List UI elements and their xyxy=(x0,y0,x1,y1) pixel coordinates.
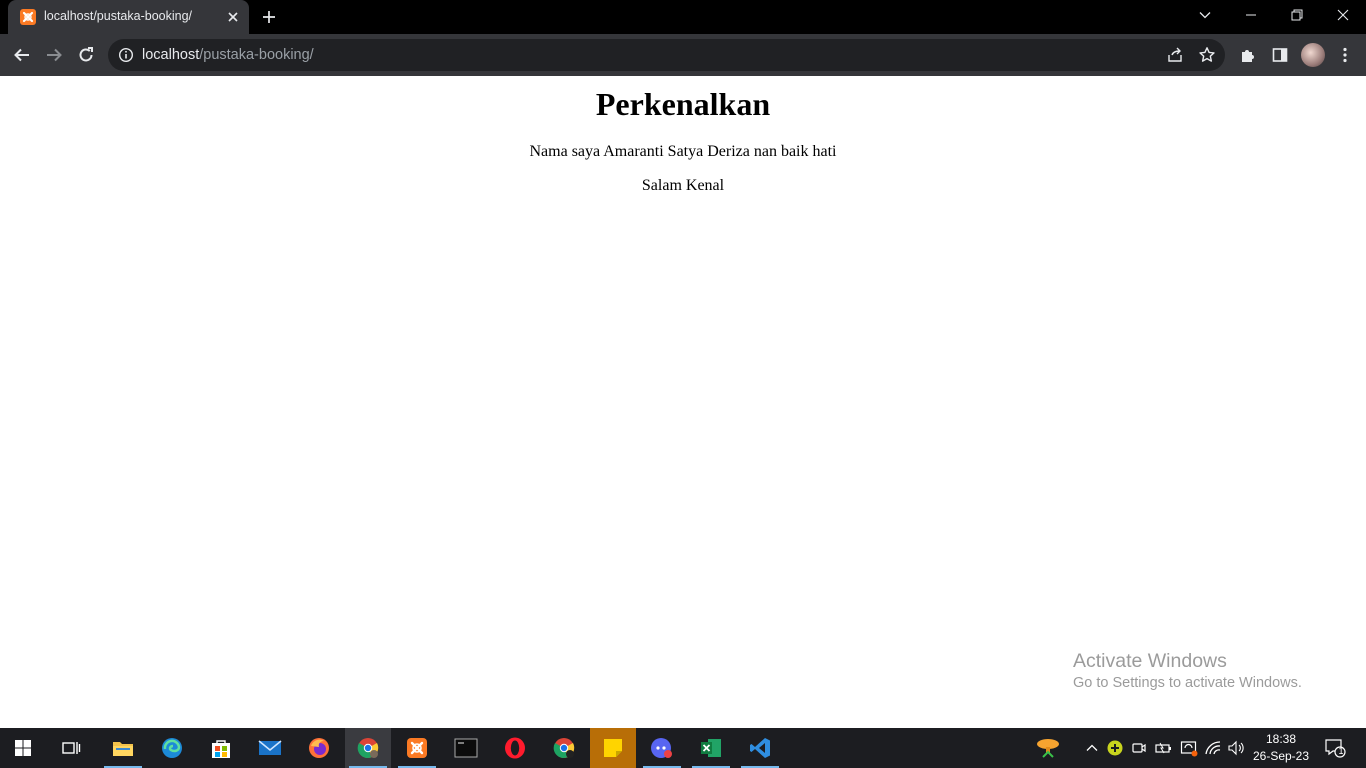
activate-windows-watermark: Activate Windows Go to Settings to activ… xyxy=(1073,650,1302,691)
new-tab-icon[interactable] xyxy=(259,7,279,27)
tab-title: localhost/pustaka-booking/ xyxy=(44,9,193,23)
wifi-icon[interactable] xyxy=(1202,728,1224,768)
minimize-icon[interactable] xyxy=(1228,0,1274,30)
url-host: localhost xyxy=(142,47,200,63)
mail-icon[interactable] xyxy=(247,728,293,768)
file-explorer-icon[interactable] xyxy=(100,728,146,768)
edge-icon[interactable] xyxy=(149,728,195,768)
activate-windows-title: Activate Windows xyxy=(1073,650,1227,672)
store-icon[interactable] xyxy=(198,728,244,768)
intro-paragraph: Nama saya Amaranti Satya Deriza nan baik… xyxy=(529,143,837,160)
restore-icon[interactable] xyxy=(1274,0,1320,30)
task-view-icon[interactable] xyxy=(48,728,94,768)
back-icon[interactable] xyxy=(10,43,34,67)
side-panel-icon[interactable] xyxy=(1268,43,1292,67)
notification-count: 1 xyxy=(1338,746,1344,756)
vscode-icon[interactable] xyxy=(737,728,783,768)
forward-icon[interactable] xyxy=(42,43,66,67)
discord-icon[interactable] xyxy=(639,728,685,768)
profile-avatar[interactable] xyxy=(1301,43,1325,67)
tray-plus-icon[interactable] xyxy=(1105,728,1125,768)
bookmark-star-icon[interactable] xyxy=(1198,46,1216,64)
clock-time: 18:38 xyxy=(1265,732,1297,746)
system-clock[interactable]: 18:38 26-Sep-23 xyxy=(1250,731,1312,765)
browser-tab[interactable]: localhost/pustaka-booking/ xyxy=(8,0,249,34)
terminal-icon[interactable] xyxy=(443,728,489,768)
chrome-icon[interactable] xyxy=(345,728,391,768)
sticky-notes-icon[interactable] xyxy=(590,728,636,768)
page-heading: Perkenalkan xyxy=(595,86,771,122)
opera-icon[interactable] xyxy=(492,728,538,768)
windows-taskbar: 18:38 26-Sep-23 1 xyxy=(0,728,1366,768)
tray-app-icon[interactable] xyxy=(1034,728,1062,768)
share-icon[interactable] xyxy=(1166,46,1184,64)
meet-now-icon[interactable] xyxy=(1129,728,1149,768)
notifications-icon[interactable]: 1 xyxy=(1322,728,1348,768)
browser-toolbar: localhost/pustaka-booking/ xyxy=(0,34,1366,76)
reload-icon[interactable] xyxy=(74,43,98,67)
tab-close-icon[interactable] xyxy=(224,8,242,26)
address-bar[interactable]: localhost/pustaka-booking/ xyxy=(108,39,1225,71)
volume-icon[interactable] xyxy=(1225,728,1247,768)
battery-icon[interactable] xyxy=(1153,728,1175,768)
tab-search-icon[interactable] xyxy=(1182,0,1228,30)
xampp-favicon-icon xyxy=(20,9,36,25)
excel-icon[interactable] xyxy=(688,728,734,768)
url-path: /pustaka-booking/ xyxy=(199,47,314,63)
firefox-icon[interactable] xyxy=(296,728,342,768)
site-info-icon[interactable] xyxy=(118,47,134,63)
browser-tabstrip: localhost/pustaka-booking/ xyxy=(0,0,1366,34)
greeting-paragraph: Salam Kenal xyxy=(641,177,725,194)
url-text[interactable]: localhost/pustaka-booking/ xyxy=(142,47,314,63)
activate-windows-subtitle: Go to Settings to activate Windows. xyxy=(1073,675,1302,691)
menu-kebab-icon[interactable] xyxy=(1333,43,1357,67)
chrome-icon[interactable] xyxy=(541,728,587,768)
close-window-icon[interactable] xyxy=(1320,0,1366,30)
start-icon[interactable] xyxy=(0,728,46,768)
vpn-status-icon[interactable] xyxy=(1178,728,1200,768)
extensions-icon[interactable] xyxy=(1236,43,1260,67)
page-content: Perkenalkan Nama saya Amaranti Satya Der… xyxy=(0,76,1366,728)
chevron-up-icon[interactable] xyxy=(1082,728,1102,768)
clock-date: 26-Sep-23 xyxy=(1252,749,1310,763)
xampp-icon[interactable] xyxy=(394,728,440,768)
